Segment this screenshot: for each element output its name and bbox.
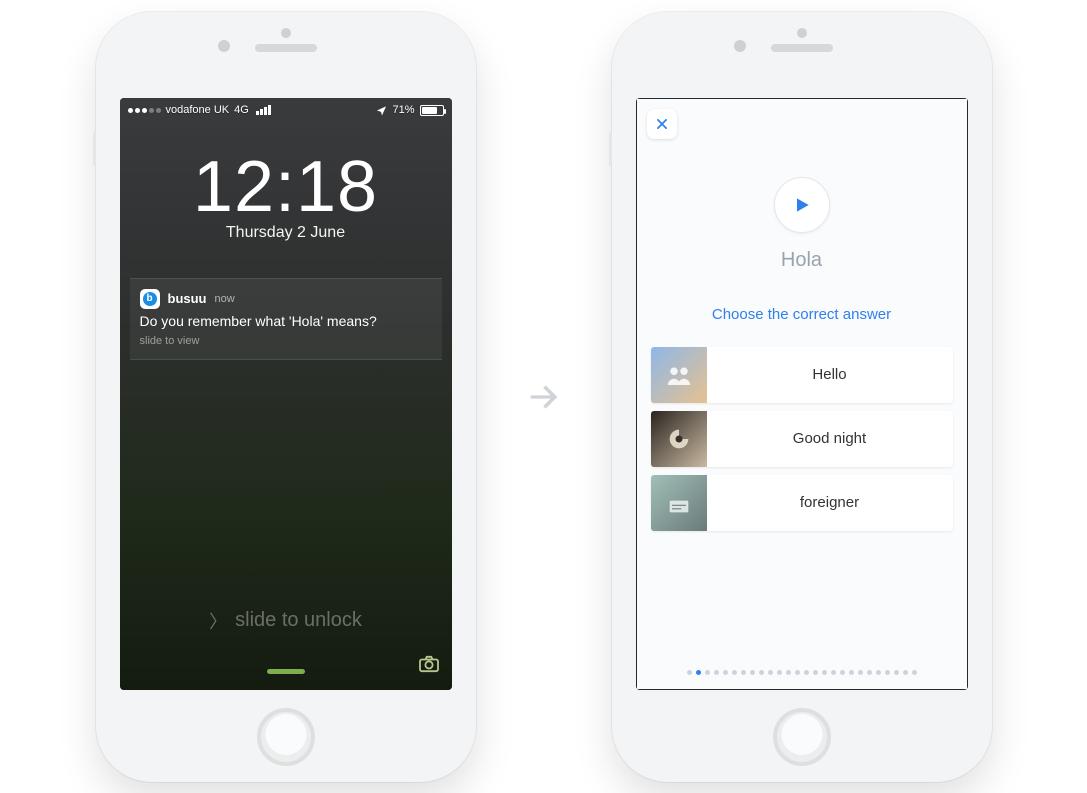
pager-dot[interactable] (867, 670, 872, 675)
phone-earpiece (771, 44, 833, 52)
lockscreen-bottom-bar (120, 652, 452, 680)
pager-dot[interactable] (696, 670, 701, 675)
answer-option[interactable]: foreigner (651, 475, 953, 531)
clock-time: 12:18 (120, 146, 452, 228)
pager-dot[interactable] (723, 670, 728, 675)
unlock-label: slide to unlock (235, 609, 362, 632)
answer-list: Hello Good night foreigner (651, 347, 953, 531)
pager-dot[interactable] (831, 670, 836, 675)
answer-option[interactable]: Good night (651, 411, 953, 467)
signal-bars-icon (256, 105, 271, 115)
pager-dot[interactable] (732, 670, 737, 675)
pager-dot[interactable] (759, 670, 764, 675)
home-button[interactable] (257, 708, 315, 766)
pager-dot[interactable] (750, 670, 755, 675)
pager-dot[interactable] (912, 670, 917, 675)
notification-hint: slide to view (140, 335, 432, 347)
battery-icon (420, 105, 444, 116)
play-audio-button[interactable] (774, 177, 830, 233)
pager-dot[interactable] (849, 670, 854, 675)
pager-dot[interactable] (858, 670, 863, 675)
phone-sensor (797, 28, 807, 38)
pager-dot[interactable] (840, 670, 845, 675)
pager-dot[interactable] (777, 670, 782, 675)
close-icon (655, 117, 669, 131)
close-button[interactable] (647, 109, 677, 139)
pager-dot[interactable] (786, 670, 791, 675)
pager-dot[interactable] (768, 670, 773, 675)
pager-dot[interactable] (795, 670, 800, 675)
quiz-screen: Hola Choose the correct answer Hello (636, 98, 968, 690)
progress-pager (637, 670, 967, 675)
play-icon (792, 194, 812, 216)
phone-app: Hola Choose the correct answer Hello (612, 12, 992, 782)
answer-thumbnail (651, 475, 707, 531)
answer-thumbnail (651, 347, 707, 403)
quiz-app: Hola Choose the correct answer Hello (636, 98, 968, 690)
pager-dot[interactable] (705, 670, 710, 675)
signal-dots-icon (128, 108, 161, 113)
arrow-right-icon (524, 377, 564, 417)
pager-dot[interactable] (885, 670, 890, 675)
phone-earpiece (255, 44, 317, 52)
chevron-right-icon: 〉 (209, 608, 227, 634)
quiz-prompt: Choose the correct answer (712, 306, 891, 323)
network-label: 4G (234, 104, 249, 116)
home-button[interactable] (773, 708, 831, 766)
phone-front-camera (734, 40, 746, 52)
notification-message: Do you remember what 'Hola' means? (140, 313, 432, 329)
lockscreen: vodafone UK 4G 71% 12:18 Thursday 2 June… (120, 98, 452, 690)
pager-dot[interactable] (687, 670, 692, 675)
slide-to-unlock[interactable]: 〉 slide to unlock (120, 608, 452, 634)
pager-dot[interactable] (822, 670, 827, 675)
pager-dot[interactable] (804, 670, 809, 675)
answer-label: foreigner (707, 494, 953, 511)
notification-app-name: busuu (168, 291, 207, 306)
notification-card[interactable]: b busuu now Do you remember what 'Hola' … (130, 278, 442, 360)
pager-dot[interactable] (876, 670, 881, 675)
answer-label: Good night (707, 430, 953, 447)
pager-dot[interactable] (741, 670, 746, 675)
answer-option[interactable]: Hello (651, 347, 953, 403)
notification-time: now (215, 293, 235, 305)
pager-dot[interactable] (894, 670, 899, 675)
answer-label: Hello (707, 366, 953, 383)
status-bar: vodafone UK 4G 71% (120, 98, 452, 120)
lock-clock: 12:18 Thursday 2 June (120, 146, 452, 242)
grabber-handle[interactable] (267, 669, 305, 674)
clock-date: Thursday 2 June (120, 224, 452, 242)
camera-icon[interactable] (418, 655, 440, 678)
status-left: vodafone UK 4G (128, 104, 271, 116)
phone-lockscreen: vodafone UK 4G 71% 12:18 Thursday 2 June… (96, 12, 476, 782)
phone-sensor (281, 28, 291, 38)
quiz-word: Hola (781, 249, 822, 272)
busuu-app-icon: b (140, 289, 160, 309)
pager-dot[interactable] (813, 670, 818, 675)
pager-dot[interactable] (714, 670, 719, 675)
notification-header: b busuu now (140, 289, 432, 309)
status-right: 71% (376, 104, 443, 116)
carrier-label: vodafone UK (166, 104, 230, 116)
location-arrow-icon (376, 105, 387, 116)
battery-percent: 71% (392, 104, 414, 116)
answer-thumbnail (651, 411, 707, 467)
phone-front-camera (218, 40, 230, 52)
pager-dot[interactable] (903, 670, 908, 675)
